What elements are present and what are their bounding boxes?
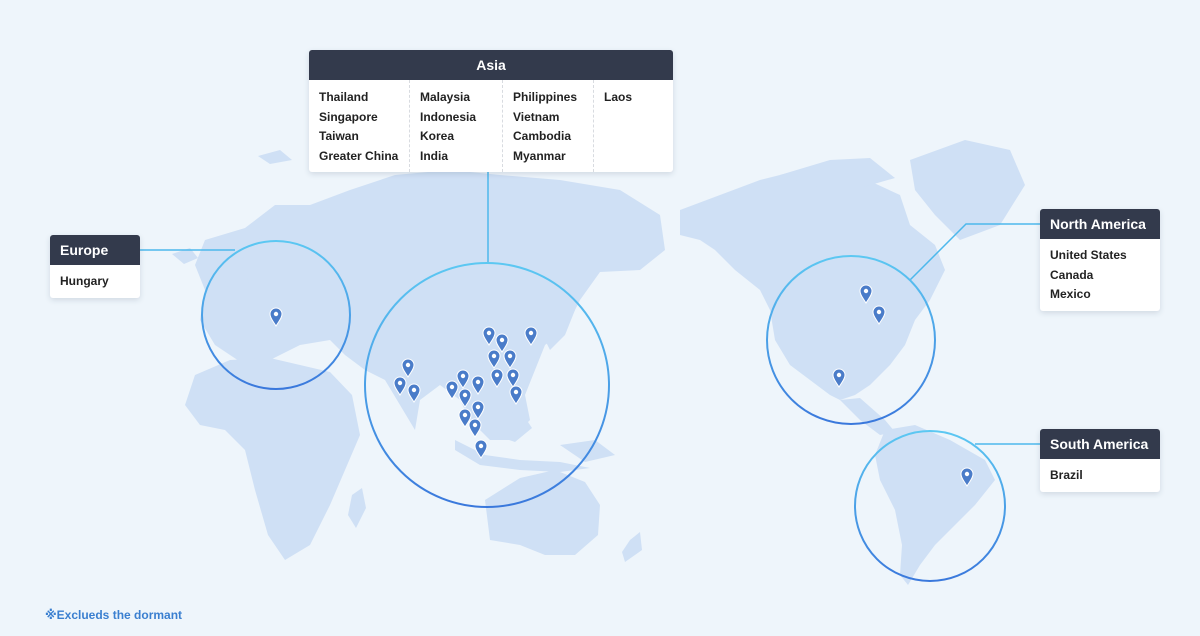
greenland-landmass xyxy=(910,140,1025,240)
europe-country-list: Hungary xyxy=(50,265,140,298)
north-america-landmass xyxy=(680,170,945,400)
south-america-region-card: South America Brazil xyxy=(1040,429,1160,492)
madagascar-landmass xyxy=(348,488,366,528)
asia-column: Philippines Vietnam Cambodia Myanmar xyxy=(503,80,594,172)
europe-region-title: Europe xyxy=(50,235,140,265)
country-name: Indonesia xyxy=(420,109,477,124)
country-name: Philippines xyxy=(513,90,578,104)
landmasses xyxy=(172,140,1025,585)
new-zealand-landmass xyxy=(622,532,642,562)
country-name: Singapore xyxy=(319,109,378,124)
country-name: Thailand xyxy=(319,90,369,104)
footnote: ※Exclueds the dormant xyxy=(45,608,183,622)
north-america-region-card: North America United States Canada Mexic… xyxy=(1040,209,1160,311)
north-america-country-list: United States Canada Mexico xyxy=(1040,239,1160,311)
south-america-landmass xyxy=(875,425,995,585)
asia-column: Malaysia Indonesia Korea India xyxy=(410,80,503,172)
country-name: Malaysia xyxy=(420,90,471,104)
south-america-country-list: Brazil xyxy=(1040,459,1160,492)
asia-region-title: Asia xyxy=(309,50,673,80)
location-pin-icon xyxy=(468,418,482,438)
asia-column: Thailand Singapore Taiwan Greater China xyxy=(309,80,410,172)
country-name: Korea xyxy=(420,129,455,143)
new-guinea-landmass xyxy=(560,440,615,462)
country-name: Myanmar xyxy=(513,148,566,163)
asia-column: Laos xyxy=(594,80,673,172)
europe-region-card: Europe Hungary xyxy=(50,235,140,298)
svalbard-landmass xyxy=(258,150,292,164)
country-name: Greater China xyxy=(319,148,399,163)
south-america-region-title: South America xyxy=(1040,429,1160,459)
country-name: Brazil xyxy=(1050,468,1083,482)
asia-country-columns: Thailand Singapore Taiwan Greater China … xyxy=(309,80,673,172)
country-name: India xyxy=(420,148,449,163)
country-name: Laos xyxy=(604,90,633,104)
north-america-region-title: North America xyxy=(1040,209,1160,239)
country-name: Taiwan xyxy=(319,129,359,143)
country-name: Cambodia xyxy=(513,129,572,143)
country-name: United States xyxy=(1050,248,1127,262)
country-name: Vietnam xyxy=(513,109,560,124)
country-name: Canada xyxy=(1050,267,1094,282)
australia-landmass xyxy=(485,470,600,555)
asia-region-card: Asia Thailand Singapore Taiwan Greater C… xyxy=(309,50,673,172)
country-name: Mexico xyxy=(1050,287,1091,301)
country-name: Hungary xyxy=(60,274,109,288)
